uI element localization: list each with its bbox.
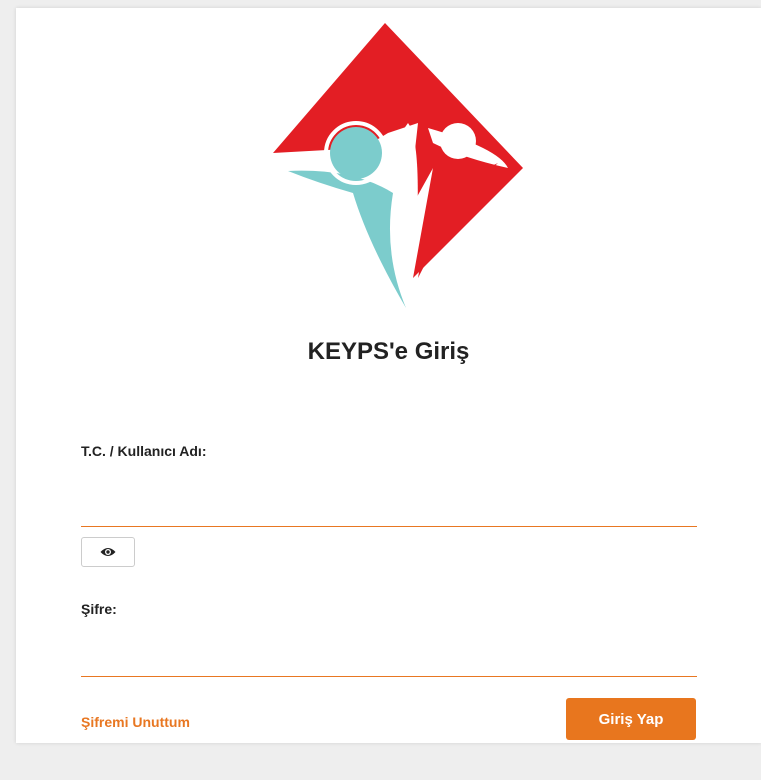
forgot-password-link[interactable]: Şifremi Unuttum — [81, 714, 190, 730]
eye-icon — [100, 548, 116, 556]
page-title: KEYPS'e Giriş — [307, 338, 470, 365]
login-button[interactable]: Giriş Yap — [566, 698, 696, 740]
username-input[interactable] — [81, 497, 697, 527]
password-input[interactable] — [81, 647, 697, 677]
login-card: KEYPS'e Giriş T.C. / Kullanıcı Adı: Şifr… — [16, 8, 761, 743]
password-label: Şifre: — [81, 601, 117, 617]
toggle-password-visibility-button[interactable] — [81, 537, 135, 567]
username-label: T.C. / Kullanıcı Adı: — [81, 443, 207, 459]
keyps-logo-icon — [273, 23, 523, 308]
